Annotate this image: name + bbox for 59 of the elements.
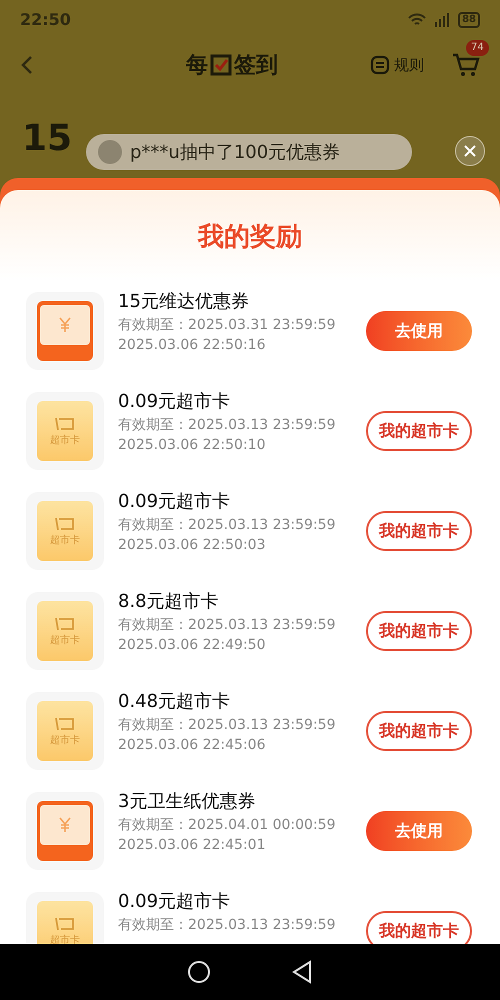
cart-icon[interactable] xyxy=(452,52,480,78)
expiry-text: 有效期至：2025.03.31 23:59:59 xyxy=(118,316,336,335)
card-symbol-icon xyxy=(54,416,76,432)
reward-action-button[interactable]: 去使用 xyxy=(366,811,472,851)
reward-action-button[interactable]: 我的超市卡 xyxy=(366,911,472,944)
expiry-text: 有效期至：2025.03.13 23:59:59 xyxy=(118,616,336,635)
expiry-text: 有效期至：2025.04.01 00:00:59 xyxy=(118,816,336,835)
card-symbol-icon xyxy=(54,616,76,632)
yen-icon xyxy=(58,317,72,333)
reward-name: 0.09元超市卡 xyxy=(118,890,232,914)
claimed-time: 2025.03.06 22:45:06 xyxy=(118,736,266,755)
card-symbol-icon xyxy=(54,716,76,732)
card-icon-label: 超市卡 xyxy=(50,636,80,646)
claimed-time: 2025.03.06 22:49:50 xyxy=(118,636,266,655)
toast-text: p***u抽中了100元优惠券 xyxy=(130,140,340,164)
expiry-text: 有效期至：2025.03.13 23:59:59 xyxy=(118,516,336,535)
checkbox-icon xyxy=(210,54,232,76)
reward-name: 3元卫生纸优惠券 xyxy=(118,790,256,814)
sheet-title: 我的奖励 xyxy=(198,221,302,254)
reward-name: 0.48元超市卡 xyxy=(118,690,232,714)
cart-badge: 74 xyxy=(466,40,489,56)
reward-name: 0.09元超市卡 xyxy=(118,490,232,514)
back-icon[interactable] xyxy=(20,55,34,75)
avatar-icon xyxy=(98,140,122,164)
yen-icon xyxy=(58,817,72,833)
card-icon-label: 超市卡 xyxy=(50,936,80,944)
claimed-time: 2025.03.06 22:50:03 xyxy=(118,536,266,555)
expiry-text: 有效期至：2025.03.13 23:59:59 xyxy=(118,716,336,735)
close-button[interactable] xyxy=(455,136,485,166)
reward-action-button[interactable]: 我的超市卡 xyxy=(366,411,472,451)
reward-action-button[interactable]: 我的超市卡 xyxy=(366,511,472,551)
card-symbol-icon xyxy=(54,916,76,932)
list-icon xyxy=(370,55,390,75)
card-symbol-icon xyxy=(54,516,76,532)
reward-name: 0.09元超市卡 xyxy=(118,390,232,414)
rules-button[interactable]: 规则 xyxy=(370,54,424,76)
claimed-time: 2025.03.06 22:50:10 xyxy=(118,436,266,455)
wifi-icon xyxy=(408,13,426,27)
battery-icon: 88 xyxy=(458,12,480,28)
back-nav-icon[interactable] xyxy=(291,960,313,984)
claimed-time: 2025.03.06 22:50:16 xyxy=(118,336,266,355)
reward-action-button[interactable]: 我的超市卡 xyxy=(366,711,472,751)
card-icon-label: 超市卡 xyxy=(50,536,80,546)
reward-action-button[interactable]: 我的超市卡 xyxy=(366,611,472,651)
close-icon xyxy=(463,144,477,158)
reward-name: 15元维达优惠券 xyxy=(118,290,250,314)
reward-action-button[interactable]: 去使用 xyxy=(366,311,472,351)
page-title: 每 xyxy=(186,52,208,80)
expiry-text: 有效期至：2025.03.13 23:59:59 xyxy=(118,416,336,435)
points-value: 15 xyxy=(22,117,72,161)
status-time: 22:50 xyxy=(20,9,71,31)
claimed-time: 2025.03.06 22:45:01 xyxy=(118,836,266,855)
reward-name: 8.8元超市卡 xyxy=(118,590,220,614)
expiry-text: 有效期至：2025.03.13 23:59:59 xyxy=(118,916,336,935)
card-icon-label: 超市卡 xyxy=(50,436,80,446)
home-icon[interactable] xyxy=(187,960,211,984)
card-icon-label: 超市卡 xyxy=(50,736,80,746)
signal-icon xyxy=(434,13,450,27)
page-title: 签到 xyxy=(234,52,278,80)
